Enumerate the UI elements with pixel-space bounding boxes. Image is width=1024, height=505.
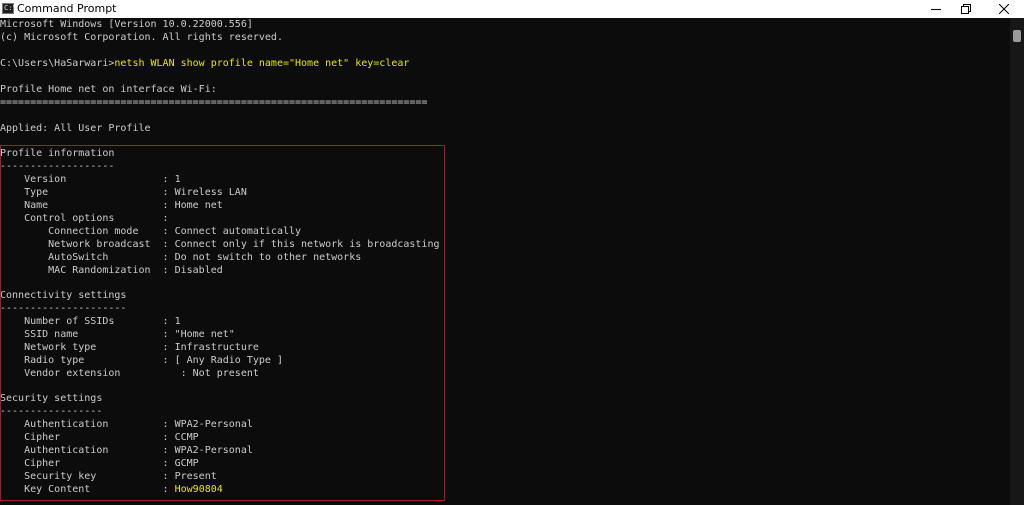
- profile-row: Control options :: [0, 213, 169, 224]
- key-content-row: Key Content : How90804: [0, 483, 223, 496]
- scrollbar[interactable]: [1010, 18, 1024, 505]
- security-row: Cipher : GCMP: [0, 458, 199, 469]
- security-row: Cipher : CCMP: [0, 432, 199, 443]
- console-line: (c) Microsoft Corporation. All rights re…: [0, 32, 283, 43]
- security-row: Authentication : WPA2-Personal: [0, 445, 253, 456]
- profile-row: Connection mode : Connect automatically: [0, 226, 302, 237]
- profile-row: Name : Home net: [0, 200, 223, 211]
- command-prompt: C:\Users\HaSarwari>: [0, 58, 115, 69]
- connectivity-row: Network type : Infrastructure: [0, 342, 259, 353]
- scrollbar-thumb[interactable]: [1013, 30, 1021, 42]
- window-title: Command Prompt: [17, 2, 117, 15]
- key-content-value: How90804: [174, 484, 223, 495]
- title-bar: C:\ Command Prompt: [0, 0, 1024, 18]
- security-row: Security key : Present: [0, 471, 217, 482]
- section-header: Profile information: [0, 148, 115, 159]
- command-line: C:\Users\HaSarwari>netsh WLAN show profi…: [0, 57, 409, 70]
- maximize-icon: [961, 4, 971, 14]
- connectivity-row: Vendor extension : Not present: [0, 368, 259, 379]
- console-separator: ========================================…: [0, 97, 428, 108]
- section-header: Connectivity settings: [0, 290, 127, 301]
- terminal-icon-glyph: C:\: [4, 4, 17, 12]
- section-underline: -------------------: [0, 161, 115, 172]
- command-text: netsh WLAN show profile name="Home net" …: [114, 58, 410, 69]
- console-line: Profile Home net on interface Wi-Fi:: [0, 84, 217, 95]
- profile-row: Type : Wireless LAN: [0, 187, 247, 198]
- terminal-icon: C:\: [2, 3, 17, 14]
- profile-row: AutoSwitch : Do not switch to other netw…: [0, 252, 362, 263]
- profile-row: Version : 1: [0, 174, 181, 185]
- maximize-button[interactable]: [948, 0, 984, 18]
- console-line: Applied: All User Profile: [0, 123, 151, 134]
- profile-row: Network broadcast : Connect only if this…: [0, 239, 440, 250]
- minimize-icon: [931, 9, 941, 10]
- section-underline: ---------------------: [0, 303, 127, 314]
- section-header: Security settings: [0, 393, 103, 404]
- security-row: Authentication : WPA2-Personal: [0, 419, 253, 430]
- connectivity-row: Radio type : [ Any Radio Type ]: [0, 355, 283, 366]
- connectivity-row: SSID name : "Home net": [0, 329, 235, 340]
- close-button[interactable]: [986, 0, 1022, 18]
- console-line: Microsoft Windows [Version 10.0.22000.55…: [0, 19, 253, 30]
- close-icon: [999, 4, 1009, 14]
- key-content-label: Key Content :: [0, 484, 175, 495]
- console-output[interactable]: Microsoft Windows [Version 10.0.22000.55…: [0, 18, 1024, 505]
- section-underline: -----------------: [0, 406, 103, 417]
- connectivity-row: Number of SSIDs : 1: [0, 316, 181, 327]
- profile-row: MAC Randomization : Disabled: [0, 265, 223, 276]
